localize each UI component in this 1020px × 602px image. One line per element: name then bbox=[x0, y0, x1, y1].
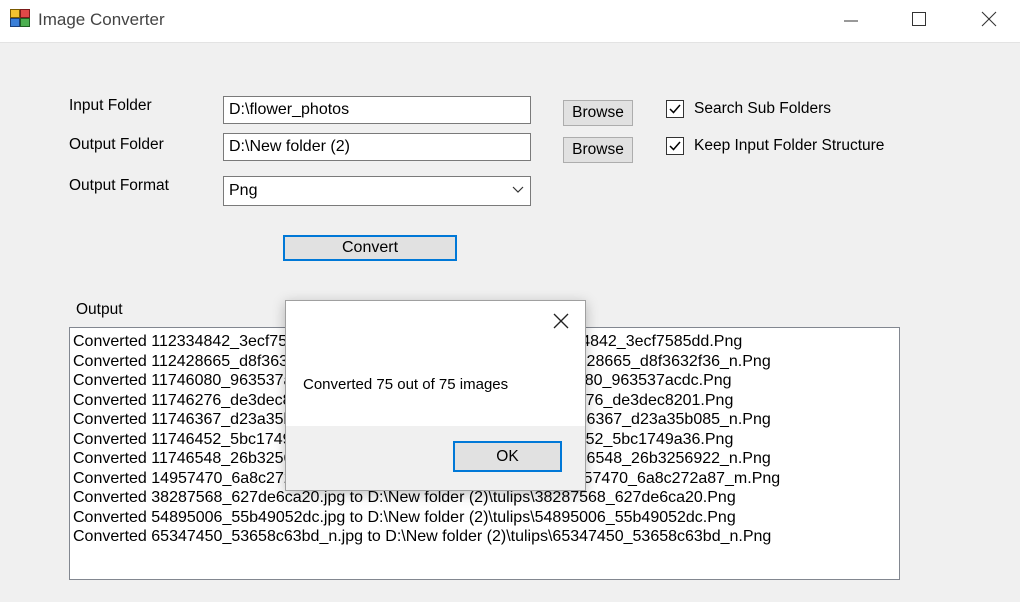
output-format-label: Output Format bbox=[69, 177, 169, 194]
output-browse-button[interactable]: Browse bbox=[563, 137, 633, 163]
output-format-select[interactable]: Png bbox=[223, 176, 531, 206]
chevron-down-icon bbox=[512, 186, 524, 193]
output-format-value: Png bbox=[229, 182, 258, 199]
dialog-message: Converted 75 out of 75 images bbox=[303, 376, 509, 393]
title-bar: Image Converter bbox=[0, 0, 1020, 43]
output-label: Output bbox=[76, 301, 123, 318]
input-browse-button[interactable]: Browse bbox=[563, 100, 633, 126]
maximize-button[interactable] bbox=[896, 0, 942, 38]
input-folder-field[interactable]: D:\flower_photos bbox=[223, 96, 531, 124]
dialog-footer: OK bbox=[286, 426, 585, 490]
window-title: Image Converter bbox=[38, 10, 165, 29]
keep-structure-checkbox[interactable] bbox=[666, 137, 684, 155]
checkmark-icon bbox=[669, 141, 681, 151]
close-icon bbox=[981, 11, 997, 27]
log-line: Converted 65347450_53658c63bd_n.jpg to D… bbox=[73, 528, 772, 546]
dialog-close-icon bbox=[553, 313, 569, 329]
checkmark-icon bbox=[669, 104, 681, 114]
input-folder-label: Input Folder bbox=[69, 97, 152, 114]
close-button[interactable] bbox=[966, 0, 1012, 38]
log-line: Converted 38287568_627de6ca20.jpg to D:\… bbox=[73, 489, 736, 507]
search-sub-folders-label[interactable]: Search Sub Folders bbox=[694, 100, 831, 118]
log-line: Converted 54895006_55b49052dc.jpg to D:\… bbox=[73, 508, 736, 526]
maximize-icon bbox=[912, 12, 926, 26]
minimize-button[interactable] bbox=[828, 0, 874, 38]
output-folder-label: Output Folder bbox=[69, 136, 164, 153]
app-icon bbox=[10, 9, 30, 27]
minimize-icon bbox=[844, 20, 858, 22]
convert-button[interactable]: Convert bbox=[283, 235, 457, 261]
message-dialog: Converted 75 out of 75 images OK bbox=[285, 300, 586, 491]
dialog-close-button[interactable] bbox=[551, 311, 571, 331]
ok-button[interactable]: OK bbox=[453, 441, 562, 472]
output-folder-field[interactable]: D:\New folder (2) bbox=[223, 133, 531, 161]
search-sub-folders-checkbox[interactable] bbox=[666, 100, 684, 118]
keep-structure-label[interactable]: Keep Input Folder Structure bbox=[694, 137, 884, 155]
